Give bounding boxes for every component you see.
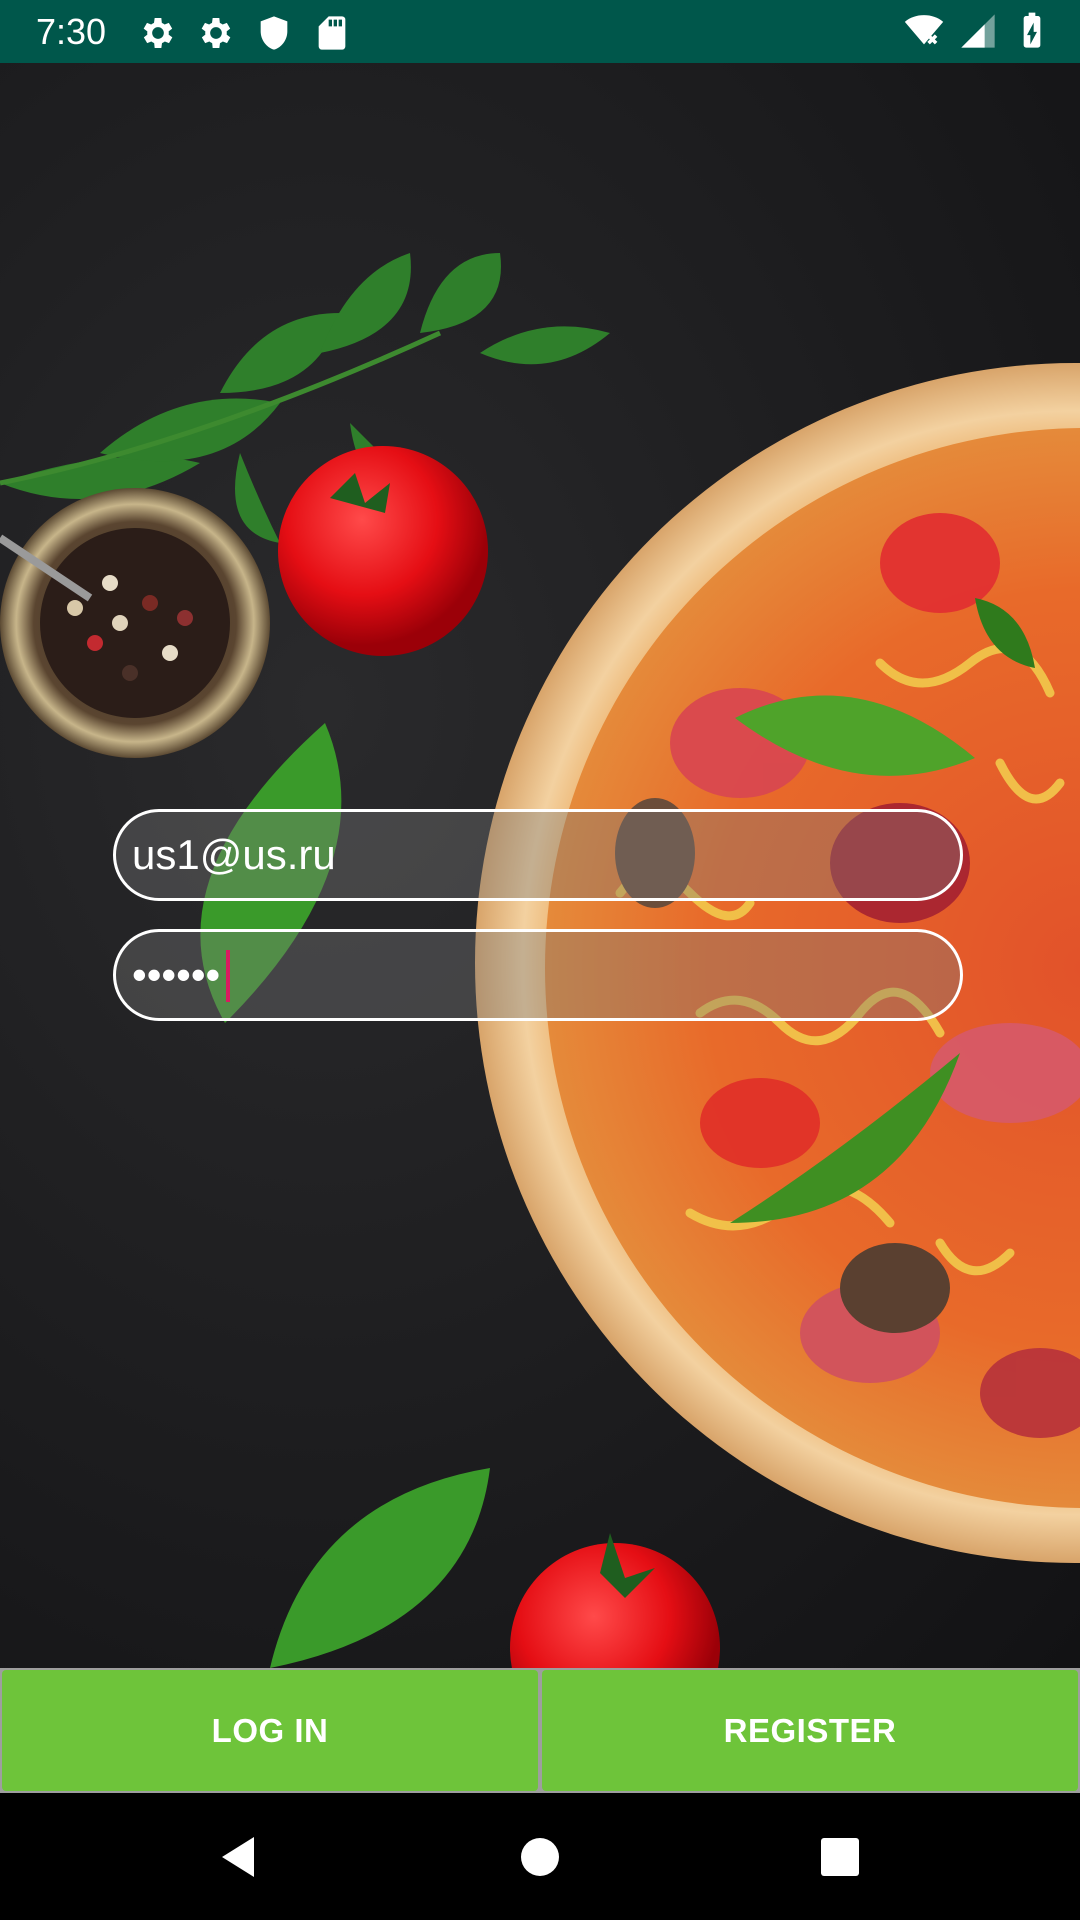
- status-bar: 7:30: [0, 0, 1080, 63]
- gear-icon: [201, 18, 231, 48]
- register-button[interactable]: REGISTER: [542, 1670, 1078, 1791]
- sd-card-icon: [318, 16, 346, 50]
- password-field[interactable]: [113, 929, 963, 1021]
- back-icon[interactable]: [212, 1829, 268, 1885]
- email-input[interactable]: [132, 812, 932, 898]
- password-input[interactable]: [132, 932, 932, 1018]
- email-field[interactable]: [113, 809, 963, 901]
- navigation-bar: [0, 1793, 1080, 1920]
- gear-icon: [143, 18, 173, 48]
- status-icons-left: [138, 13, 352, 53]
- shield-icon: [260, 16, 288, 50]
- battery-charging-icon: [1023, 12, 1041, 48]
- wifi-off-icon: [904, 15, 944, 45]
- action-button-row: LOG IN REGISTER: [0, 1668, 1080, 1793]
- cellular-signal-icon: [961, 14, 995, 48]
- home-icon[interactable]: [512, 1829, 568, 1885]
- login-button[interactable]: LOG IN: [2, 1670, 538, 1791]
- status-time: 7:30: [36, 11, 107, 52]
- status-icons-right: [904, 11, 1052, 51]
- text-cursor: [226, 950, 230, 1002]
- recents-icon[interactable]: [812, 1829, 868, 1885]
